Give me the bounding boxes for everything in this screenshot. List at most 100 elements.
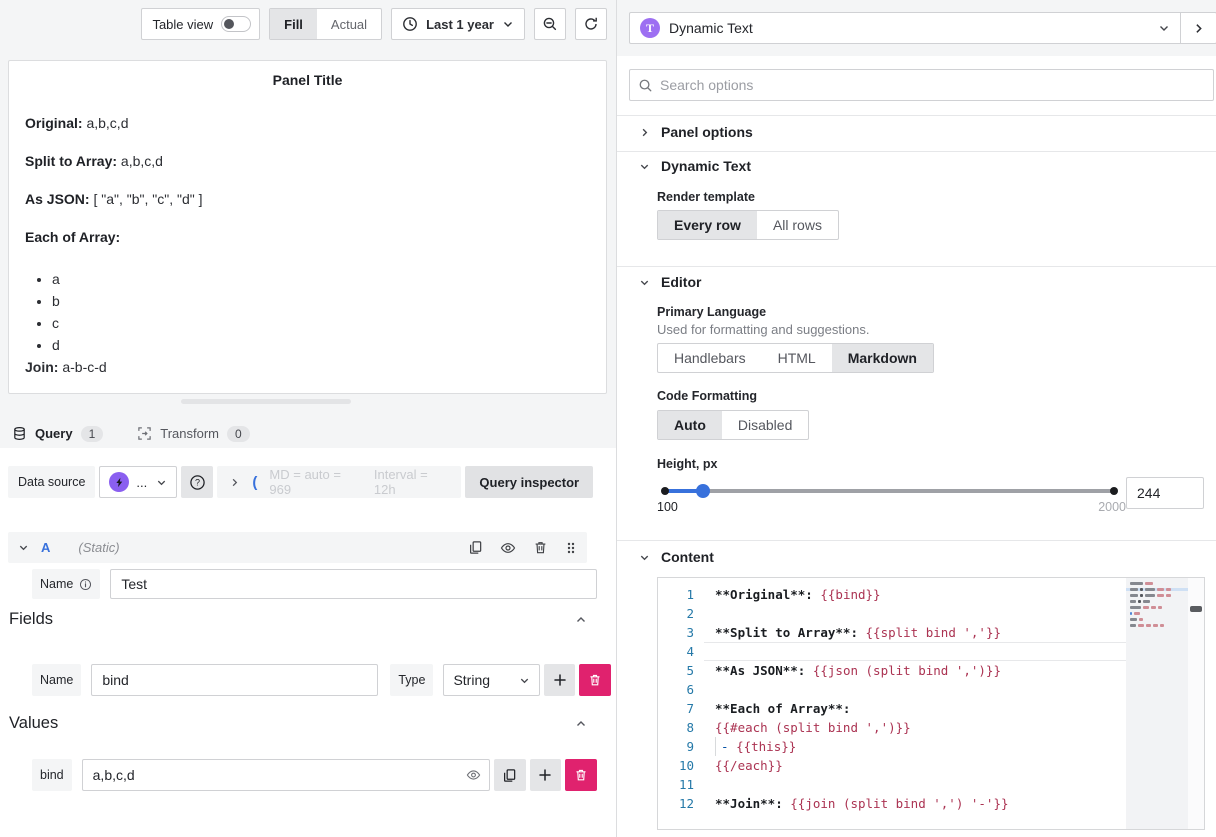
table-view-toggle[interactable]: [221, 16, 251, 32]
options-search-input[interactable]: [660, 77, 1205, 93]
slider-min-label: 100: [657, 500, 678, 514]
panel-paragraph: Each of Array:: [25, 230, 590, 244]
code-line[interactable]: 4: [658, 642, 1204, 661]
field-row: Name Type String: [32, 664, 611, 696]
panel-preview: Panel Title Original: a,b,c,dSplit to Ar…: [8, 60, 607, 394]
slider-handle[interactable]: [696, 484, 710, 498]
section-editor[interactable]: Editor: [639, 272, 701, 292]
chevron-down-icon: [502, 18, 514, 30]
options-search[interactable]: [629, 69, 1214, 101]
section-panel-options[interactable]: Panel options: [639, 122, 753, 142]
datasource-picker[interactable]: ...: [99, 466, 177, 498]
slider-min-dot: [661, 487, 669, 495]
visualization-name: Dynamic Text: [669, 20, 753, 36]
datasource-help-button[interactable]: ?: [181, 466, 213, 498]
join-value: a-b-c-d: [58, 359, 106, 375]
table-view-label: Table view: [152, 17, 213, 32]
zoom-out-icon: [542, 16, 558, 32]
section-label: Editor: [661, 274, 701, 290]
remove-field-button[interactable]: [579, 664, 611, 696]
values-section-heading[interactable]: Values: [9, 714, 587, 733]
visualization-select[interactable]: T Dynamic Text: [629, 12, 1181, 44]
panel-options-pane: Panel options Dynamic Text Render templa…: [617, 56, 1216, 837]
option-every-row[interactable]: Every row: [658, 211, 757, 239]
query-inspector-button[interactable]: Query inspector: [465, 466, 593, 498]
height-slider[interactable]: [663, 484, 1116, 498]
chevron-down-icon[interactable]: [18, 542, 29, 553]
option-auto[interactable]: Auto: [658, 411, 722, 439]
query-type-label: (Static): [78, 540, 119, 555]
drag-handle-icon[interactable]: [565, 541, 577, 555]
code-line[interactable]: 12**Join**: {{join (split bind ',') '-'}…: [658, 794, 1204, 813]
code-line[interactable]: 11: [658, 775, 1204, 794]
plus-icon: [538, 768, 552, 782]
code-line[interactable]: 2: [658, 604, 1204, 623]
hide-query-icon[interactable]: [500, 540, 516, 556]
code-text: **Join**: {{join (split bind ',') '-'}}: [715, 794, 1009, 813]
eye-icon[interactable]: [466, 768, 481, 783]
tab-query[interactable]: Query 1: [10, 419, 105, 448]
option-html[interactable]: HTML: [762, 344, 832, 372]
slider-track[interactable]: [663, 489, 1116, 493]
chevron-right-icon: [229, 477, 240, 488]
code-line[interactable]: 6: [658, 680, 1204, 699]
panel-paragraphs: Original: a,b,c,dSplit to Array: a,b,c,d…: [25, 116, 590, 244]
code-line[interactable]: 5**As JSON**: {{json (split bind ',')}}: [658, 661, 1204, 680]
code-line[interactable]: 10{{/each}}: [658, 756, 1204, 775]
datasource-label: Data source: [8, 466, 95, 498]
code-line[interactable]: 3**Split to Array**: {{split bind ','}}: [658, 623, 1204, 642]
code-text: **Each of Array**:: [715, 699, 850, 718]
field-type-select[interactable]: String: [443, 664, 540, 696]
fit-actual-button[interactable]: Actual: [317, 9, 381, 39]
panel-bullet: c: [52, 312, 590, 334]
query-options-collapsed[interactable]: ( MD = auto = 969 Interval = 12h: [217, 466, 461, 498]
code-text: - {{this}}: [715, 737, 796, 756]
value-input[interactable]: [82, 759, 490, 791]
copy-value-button[interactable]: [494, 759, 526, 791]
section-content[interactable]: Content: [639, 547, 714, 567]
zoom-out-button[interactable]: [534, 8, 566, 40]
fields-section-heading[interactable]: Fields: [9, 610, 587, 629]
scrollbar-thumb[interactable]: [1190, 606, 1202, 612]
code-line[interactable]: 7**Each of Array**:: [658, 699, 1204, 718]
field-name-input[interactable]: [91, 664, 378, 696]
render-template-label: Render template: [657, 190, 755, 204]
option-all-rows[interactable]: All rows: [757, 211, 838, 239]
panel-title: Panel Title: [9, 72, 606, 88]
panel-paragraph: Original: a,b,c,d: [25, 116, 590, 130]
add-field-button[interactable]: [544, 664, 575, 696]
refresh-button[interactable]: [575, 8, 607, 40]
height-value-input[interactable]: [1126, 477, 1204, 509]
section-dynamic-text[interactable]: Dynamic Text: [639, 156, 751, 176]
chevron-up-icon[interactable]: [575, 718, 587, 730]
editor-scrollbar[interactable]: [1188, 578, 1204, 829]
minimap[interactable]: [1126, 578, 1188, 829]
tab-transform[interactable]: Transform 0: [135, 419, 251, 448]
code-line[interactable]: 9- {{this}}: [658, 737, 1204, 756]
search-icon: [638, 78, 653, 93]
delete-query-icon[interactable]: [533, 540, 548, 555]
option-disabled[interactable]: Disabled: [722, 411, 808, 439]
duplicate-query-icon[interactable]: [468, 540, 483, 555]
code-line[interactable]: 1**Original**: {{bind}}: [658, 585, 1204, 604]
help-circle-icon: ?: [189, 474, 206, 491]
remove-value-button[interactable]: [565, 759, 597, 791]
code-line[interactable]: 8{{#each (split bind ',')}}: [658, 718, 1204, 737]
render-template-group: Every rowAll rows: [657, 210, 839, 240]
collapse-options-button[interactable]: [1181, 12, 1216, 44]
value-row: bind: [32, 759, 597, 791]
query-name-input[interactable]: [110, 569, 597, 599]
database-icon: [12, 426, 27, 441]
query-count-badge: 1: [81, 426, 104, 442]
option-markdown[interactable]: Markdown: [832, 344, 933, 372]
query-row-header[interactable]: A (Static): [8, 532, 587, 563]
option-handlebars[interactable]: Handlebars: [658, 344, 762, 372]
content-code-editor[interactable]: 1**Original**: {{bind}}23**Split to Arra…: [657, 577, 1205, 830]
time-range-picker[interactable]: Last 1 year: [391, 8, 525, 40]
chevron-up-icon[interactable]: [575, 614, 587, 626]
fit-fill-button[interactable]: Fill: [270, 9, 317, 39]
field-name-label: Name: [32, 664, 81, 696]
add-value-button[interactable]: [530, 759, 561, 791]
pane-resize-handle[interactable]: [181, 399, 351, 404]
line-number: 1: [658, 585, 694, 604]
